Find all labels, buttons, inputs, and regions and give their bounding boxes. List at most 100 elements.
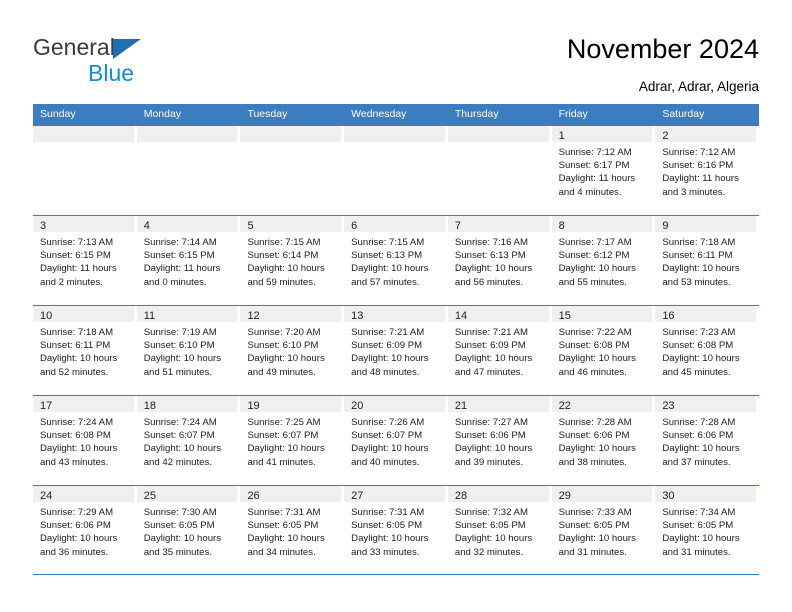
day-details: Sunrise: 7:14 AM Sunset: 6:15 PM Daylight:… (137, 232, 238, 289)
sunset-text: Sunset: 6:08 PM (40, 430, 111, 442)
weekday-header-sunday: Sunday (40, 108, 76, 120)
sunset-text: Sunset: 6:15 PM (143, 250, 215, 262)
day-details: Sunrise: 7:31 AM Sunset: 6:05 PM Daylight:… (344, 502, 445, 559)
calendar-week-row: 10 Sunrise: 7:18 AM Sunset: 6:11 PM Dayligh… (33, 305, 759, 395)
calendar-week-row: 24 Sunrise: 7:29 AM Sunset: 6:06 PM Dayligh… (33, 485, 759, 575)
day-number-strip: 15 (551, 306, 653, 322)
sunrise-text: Sunrise: 7:28 AM (662, 417, 736, 428)
generalblue-logo[interactable]: General Blue (33, 34, 213, 86)
day-number-strip: 3 (33, 216, 134, 232)
sunrise-text: Sunrise: 7:18 AM (662, 237, 736, 248)
calendar-day-cell[interactable]: 8 Sunrise: 7:17 AM Sunset: 6:12 PM Daylight… (551, 216, 656, 305)
day-details: Sunrise: 7:25 AM Sunset: 6:07 PM Daylight:… (240, 412, 341, 469)
day-number: 19 (247, 400, 260, 412)
calendar-day-cell[interactable]: 12 Sunrise: 7:20 AM Sunset: 6:10 PM Dayligh… (240, 306, 344, 395)
sunset-text: Sunset: 6:13 PM (454, 250, 526, 262)
calendar-day-cell[interactable]: 5 Sunrise: 7:15 AM Sunset: 6:14 PM Daylight… (240, 216, 344, 305)
calendar-day-cell[interactable]: 22 Sunrise: 7:28 AM Sunset: 6:06 PM Dayligh… (551, 396, 656, 485)
day-cell-inner: 19 Sunrise: 7:25 AM Sunset: 6:07 PM Dayligh… (240, 396, 342, 485)
day-cell-inner: 5 Sunrise: 7:15 AM Sunset: 6:14 PM Daylight… (240, 216, 342, 305)
calendar-day-cell[interactable]: 19 Sunrise: 7:25 AM Sunset: 6:07 PM Dayligh… (240, 396, 344, 485)
page-title: November 2024 (566, 34, 759, 64)
day-cell-inner: 28 Sunrise: 7:32 AM Sunset: 6:05 PM Dayligh… (447, 486, 549, 574)
day-details: Sunrise: 7:22 AM Sunset: 6:08 PM Daylight:… (552, 322, 653, 379)
day-details: Sunrise: 7:21 AM Sunset: 6:09 PM Daylight:… (344, 322, 445, 379)
day-number-strip: 4 (136, 216, 238, 232)
day-number: 4 (143, 220, 150, 232)
sunrise-text: Sunrise: 7:24 AM (143, 417, 217, 428)
day-number-strip: 16 (655, 306, 757, 322)
calendar-day-cell[interactable]: 11 Sunrise: 7:19 AM Sunset: 6:10 PM Dayligh… (136, 306, 241, 395)
sunrise-text: Sunrise: 7:16 AM (454, 237, 528, 248)
day-number-strip: 5 (240, 216, 342, 232)
calendar-day-cell[interactable]: 24 Sunrise: 7:29 AM Sunset: 6:06 PM Dayligh… (33, 486, 137, 574)
daylight-text: Daylight: 10 hours and 47 minutes. (454, 353, 533, 378)
day-details: Sunrise: 7:13 AM Sunset: 6:15 PM Daylight:… (33, 232, 134, 289)
calendar-day-cell[interactable]: 26 Sunrise: 7:31 AM Sunset: 6:05 PM Dayligh… (240, 486, 344, 574)
weekday-header-friday: Friday (558, 108, 588, 120)
daylight-text: Daylight: 10 hours and 36 minutes. (40, 533, 118, 558)
calendar-day-cell[interactable]: 2 Sunrise: 7:12 AM Sunset: 6:16 PM Daylight… (655, 126, 759, 215)
calendar-day-cell[interactable]: 14 Sunrise: 7:21 AM Sunset: 6:09 PM Dayligh… (447, 306, 552, 395)
day-number-strip: 9 (655, 216, 757, 232)
calendar-day-cell[interactable]: 18 Sunrise: 7:24 AM Sunset: 6:07 PM Dayligh… (136, 396, 241, 485)
sunset-text: Sunset: 6:09 PM (454, 340, 526, 352)
day-cell-inner: 6 Sunrise: 7:15 AM Sunset: 6:13 PM Daylight… (344, 216, 445, 305)
calendar-day-cell[interactable]: 29 Sunrise: 7:33 AM Sunset: 6:05 PM Dayligh… (551, 486, 656, 574)
day-cell-inner (240, 126, 342, 215)
day-number-strip: 1 (551, 126, 653, 142)
calendar-day-cell[interactable]: 23 Sunrise: 7:28 AM Sunset: 6:06 PM Dayligh… (655, 396, 759, 485)
day-number-strip: 19 (240, 396, 342, 412)
daylight-text: Daylight: 10 hours and 48 minutes. (351, 353, 429, 378)
calendar-day-cell[interactable]: 13 Sunrise: 7:21 AM Sunset: 6:09 PM Dayligh… (344, 306, 448, 395)
sunrise-text: Sunrise: 7:33 AM (558, 507, 632, 518)
calendar-day-cell[interactable]: 17 Sunrise: 7:24 AM Sunset: 6:08 PM Dayligh… (33, 396, 137, 485)
sunrise-text: Sunrise: 7:25 AM (247, 417, 321, 428)
daylight-text: Daylight: 10 hours and 55 minutes. (558, 263, 636, 288)
day-cell-inner: 20 Sunrise: 7:26 AM Sunset: 6:07 PM Dayligh… (344, 396, 445, 485)
calendar-day-cell[interactable]: 4 Sunrise: 7:14 AM Sunset: 6:15 PM Daylight… (136, 216, 241, 305)
day-number: 9 (662, 220, 669, 232)
calendar-day-cell[interactable]: 20 Sunrise: 7:26 AM Sunset: 6:07 PM Dayligh… (344, 396, 448, 485)
calendar-day-cell[interactable]: 25 Sunrise: 7:30 AM Sunset: 6:05 PM Dayligh… (136, 486, 241, 574)
day-number-strip: 18 (136, 396, 238, 412)
daylight-text: Daylight: 10 hours and 43 minutes. (40, 443, 118, 468)
day-cell-inner: 3 Sunrise: 7:13 AM Sunset: 6:15 PM Daylight… (33, 216, 134, 305)
calendar-day-cell[interactable]: 10 Sunrise: 7:18 AM Sunset: 6:11 PM Dayligh… (33, 306, 137, 395)
calendar-day-cell[interactable]: 3 Sunrise: 7:13 AM Sunset: 6:15 PM Daylight… (33, 216, 137, 305)
calendar-empty-cell (344, 126, 448, 215)
day-details: Sunrise: 7:18 AM Sunset: 6:11 PM Daylight:… (655, 232, 756, 289)
sunrise-text: Sunrise: 7:30 AM (143, 507, 217, 518)
calendar-day-cell[interactable]: 30 Sunrise: 7:34 AM Sunset: 6:05 PM Dayligh… (655, 486, 759, 574)
daylight-text: Daylight: 10 hours and 49 minutes. (247, 353, 325, 378)
calendar-day-cell[interactable]: 15 Sunrise: 7:22 AM Sunset: 6:08 PM Dayligh… (551, 306, 656, 395)
day-cell-inner: 17 Sunrise: 7:24 AM Sunset: 6:08 PM Dayligh… (33, 396, 134, 485)
daylight-text: Daylight: 10 hours and 39 minutes. (454, 443, 533, 468)
calendar-day-cell[interactable]: 6 Sunrise: 7:15 AM Sunset: 6:13 PM Daylight… (344, 216, 448, 305)
sunrise-text: Sunrise: 7:15 AM (351, 237, 425, 248)
calendar-day-cell[interactable]: 28 Sunrise: 7:32 AM Sunset: 6:05 PM Dayligh… (447, 486, 552, 574)
day-details: Sunrise: 7:30 AM Sunset: 6:05 PM Daylight:… (137, 502, 238, 559)
day-details: Sunrise: 7:17 AM Sunset: 6:12 PM Daylight:… (552, 232, 653, 289)
daylight-text: Daylight: 11 hours and 4 minutes. (558, 173, 636, 198)
calendar-day-cell[interactable]: 16 Sunrise: 7:23 AM Sunset: 6:08 PM Dayligh… (655, 306, 759, 395)
day-number-strip: 6 (344, 216, 445, 232)
day-number: 28 (454, 490, 468, 502)
sunset-text: Sunset: 6:11 PM (662, 250, 733, 262)
day-details: Sunrise: 7:24 AM Sunset: 6:08 PM Daylight:… (33, 412, 134, 469)
day-details: Sunrise: 7:15 AM Sunset: 6:14 PM Daylight:… (240, 232, 341, 289)
calendar-day-cell[interactable]: 7 Sunrise: 7:16 AM Sunset: 6:13 PM Daylight… (447, 216, 552, 305)
day-details: Sunrise: 7:33 AM Sunset: 6:05 PM Daylight:… (552, 502, 653, 559)
sunrise-text: Sunrise: 7:22 AM (558, 327, 632, 338)
day-cell-inner: 21 Sunrise: 7:27 AM Sunset: 6:06 PM Dayligh… (447, 396, 549, 485)
sunrise-text: Sunrise: 7:18 AM (40, 327, 114, 338)
calendar-day-cell[interactable]: 9 Sunrise: 7:18 AM Sunset: 6:11 PM Daylight… (655, 216, 759, 305)
sunrise-text: Sunrise: 7:28 AM (558, 417, 632, 428)
sunset-text: Sunset: 6:16 PM (662, 160, 734, 172)
day-cell-inner: 18 Sunrise: 7:24 AM Sunset: 6:07 PM Dayligh… (136, 396, 238, 485)
calendar-day-cell[interactable]: 1 Sunrise: 7:12 AM Sunset: 6:17 PM Daylight… (551, 126, 656, 215)
calendar-day-cell[interactable]: 21 Sunrise: 7:27 AM Sunset: 6:06 PM Dayligh… (447, 396, 552, 485)
calendar-day-cell[interactable]: 27 Sunrise: 7:31 AM Sunset: 6:05 PM Dayligh… (344, 486, 448, 574)
day-number-strip: 25 (136, 486, 238, 502)
day-number-strip: 2 (655, 126, 757, 142)
